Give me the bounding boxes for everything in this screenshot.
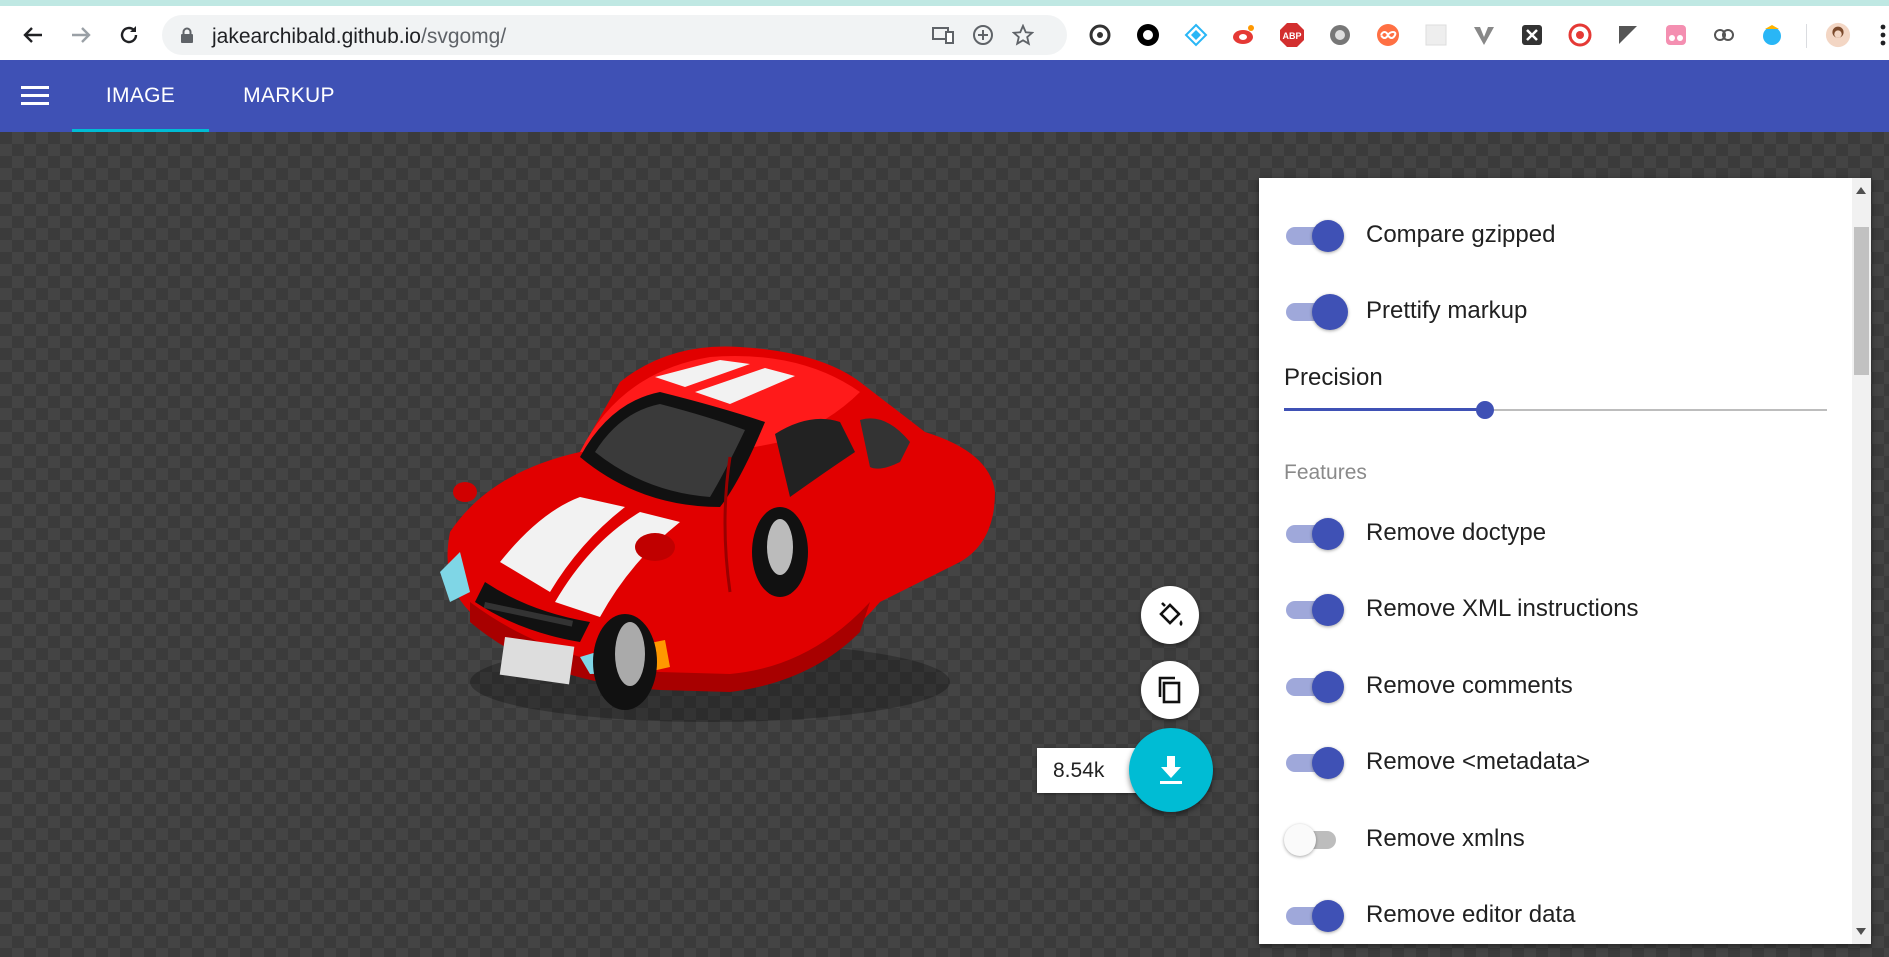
prettify-markup-label: Prettify markup [1366,297,1528,324]
reload-button[interactable] [112,18,146,52]
bird-extension-icon[interactable] [1759,22,1785,48]
x-extension-icon[interactable] [1519,22,1545,48]
chrome-menu-icon[interactable] [1870,22,1889,48]
weibo-extension-icon[interactable] [1231,22,1257,48]
prettify-markup-switch[interactable] [1284,291,1348,331]
url-text: jakearchibald.github.io/svgomg/ [212,25,506,49]
cast-icon[interactable] [930,22,956,48]
toolbar-separator [1806,24,1807,48]
output-size-label: 8.54k [1037,748,1139,793]
feature-label: Remove editor data [1366,901,1576,928]
tab-markup[interactable]: MARKUP [229,60,349,132]
precision-slider[interactable] [1284,398,1827,422]
bookmark-star-icon[interactable] [1010,22,1036,48]
circle-extension-icon[interactable] [1135,22,1161,48]
scrollbar-thumb[interactable] [1854,227,1869,375]
url-path: /svgomg/ [420,25,507,48]
tab-image[interactable]: IMAGE [72,60,209,132]
download-icon [1160,756,1182,784]
menu-button[interactable] [18,80,54,112]
zoom-icon[interactable] [970,22,996,48]
gear-extension-icon[interactable] [1327,22,1353,48]
scroll-up-arrow-icon[interactable] [1856,187,1866,194]
back-button[interactable] [16,18,50,52]
svg-text:ABP: ABP [1282,31,1301,41]
forward-button[interactable] [64,18,98,52]
toggle-compare-gzipped[interactable]: Compare gzipped [1284,215,1555,255]
target-extension-icon[interactable] [1567,22,1593,48]
address-bar[interactable]: jakearchibald.github.io/svgomg/ [162,15,1067,55]
feature-toggle-row[interactable]: Remove <metadata> [1284,742,1590,782]
browser-toolbar: jakearchibald.github.io/svgomg/ ABP [0,0,1889,60]
feature-switch[interactable] [1284,895,1344,935]
feature-label: Remove xmlns [1366,825,1525,852]
feature-label: Remove <metadata> [1366,748,1591,775]
compare-gzipped-label: Compare gzipped [1366,221,1556,248]
features-heading: Features [1284,461,1367,484]
copy-button[interactable] [1141,661,1199,719]
feature-switch[interactable] [1284,742,1344,782]
app-bar: IMAGE MARKUP [0,60,1889,132]
feature-toggle-row[interactable]: Remove xmlns [1284,819,1525,859]
infinity-extension-icon[interactable] [1375,22,1401,48]
feature-label: Remove XML instructions [1366,595,1639,622]
background-toggle-button[interactable] [1141,586,1199,644]
panel-scrollbar[interactable] [1852,178,1871,944]
back-arrow-icon [23,27,42,43]
slider-fill [1284,408,1485,411]
feature-switch[interactable] [1284,513,1344,553]
feature-switch[interactable] [1284,819,1340,859]
profile-avatar-icon[interactable] [1825,22,1851,48]
scroll-down-arrow-icon[interactable] [1856,928,1866,935]
v-extension-icon[interactable] [1471,22,1497,48]
diamond-extension-icon[interactable] [1183,22,1209,48]
feature-toggle-row[interactable]: Remove doctype [1284,513,1546,553]
lock-icon [181,27,193,43]
car-illustration [440,346,995,722]
feature-toggle-row[interactable]: Remove comments [1284,666,1573,706]
feature-label: Remove doctype [1366,519,1547,546]
blank-extension-icon[interactable] [1423,22,1449,48]
pink-extension-icon[interactable] [1663,22,1689,48]
settings-panel: Compare gzipped Prettify markup Precisio… [1259,178,1871,944]
copy-icon [1158,676,1181,704]
sync-extension-icon[interactable] [1087,22,1113,48]
reload-icon [120,26,138,44]
feature-toggle-row[interactable]: Remove XML instructions [1284,589,1639,629]
compare-gzipped-switch[interactable] [1284,215,1344,255]
download-button[interactable] [1129,728,1213,812]
forward-arrow-icon [72,27,91,43]
paint-bucket-icon [1159,602,1183,626]
feature-toggle-row[interactable]: Remove editor data [1284,895,1575,935]
feature-label: Remove comments [1366,672,1573,699]
precision-label: Precision [1284,364,1383,391]
url-host: jakearchibald.github.io [212,25,421,48]
feature-switch[interactable] [1284,589,1344,629]
adblock-extension-icon[interactable]: ABP [1279,22,1305,48]
link-extension-icon[interactable] [1711,22,1737,48]
feature-switch[interactable] [1284,666,1344,706]
hamburger-menu-icon [21,86,49,105]
arrow-extension-icon[interactable] [1615,22,1641,48]
slider-knob[interactable] [1476,401,1494,419]
toggle-prettify-markup[interactable]: Prettify markup [1284,291,1527,331]
